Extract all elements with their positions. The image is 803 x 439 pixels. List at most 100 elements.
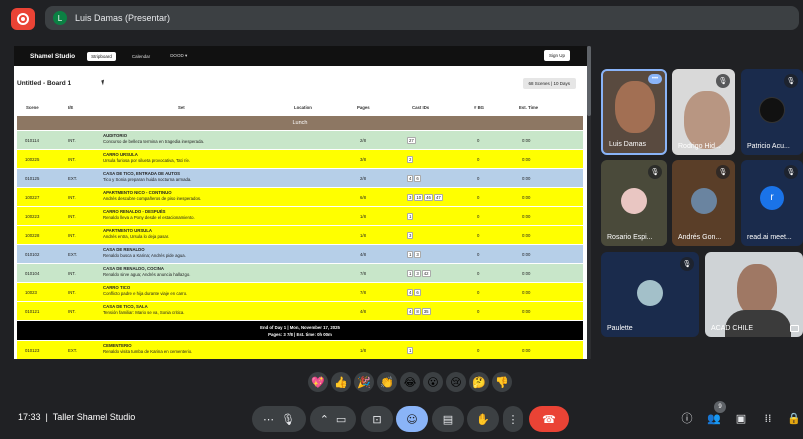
table-row[interactable]: 10023 INT. 7/8 0 0:00 CARRO TICO Conflicto pad… bbox=[17, 282, 583, 301]
mic-button[interactable]: ⋯ 🎙 bbox=[252, 406, 306, 432]
reaction-button[interactable]: 👏 bbox=[377, 372, 397, 392]
reaction-button[interactable]: 😮 bbox=[423, 372, 443, 392]
info-icon[interactable]: ⓘ bbox=[679, 410, 695, 426]
end-of-day-text: End of Day 1 | Mon, November 17, 2025 bbox=[260, 324, 340, 330]
signup-button[interactable]: Sign Up bbox=[543, 50, 570, 61]
emoji-button[interactable]: ☺ bbox=[396, 406, 428, 432]
participant-tile[interactable]: ••• Luis Damas bbox=[601, 69, 667, 155]
raise-hand-button[interactable]: ✋ bbox=[467, 406, 499, 432]
col-location: Location bbox=[294, 104, 312, 110]
captions-button[interactable]: ▤ bbox=[432, 406, 464, 432]
participant-tile[interactable]: 🎙 Andrés Gon... bbox=[672, 160, 735, 246]
chevron-up-icon: ⌃ bbox=[319, 412, 329, 426]
mic-icon: 🎙 bbox=[281, 412, 295, 426]
scrollbar-thumb[interactable] bbox=[587, 46, 591, 116]
reaction-button[interactable]: 🤔 bbox=[469, 372, 489, 392]
pages-cell: 2/8 bbox=[360, 175, 366, 181]
reaction-button[interactable]: 💖 bbox=[308, 372, 328, 392]
tab-stripboard[interactable]: Stripboard bbox=[87, 51, 116, 61]
present-icon: ⊡ bbox=[372, 412, 382, 426]
scene-cell: 100223 bbox=[25, 213, 40, 219]
reaction-button[interactable]: 👎 bbox=[492, 372, 512, 392]
scene-cell: 010123 bbox=[25, 347, 40, 353]
presenter-banner[interactable]: L Luis Damas (Presentar) bbox=[45, 6, 799, 30]
hangup-icon: ☎ bbox=[542, 412, 556, 426]
scene-description: Tensión familiar: Mario se va, Sonia cri… bbox=[103, 310, 185, 315]
participant-video bbox=[615, 81, 655, 133]
scene-description: Concurso de belleza termina en tragedia … bbox=[103, 139, 205, 144]
set-name: APARTMENTO NICO - CONTINUO bbox=[103, 190, 172, 195]
reaction-button[interactable]: 🎉 bbox=[354, 372, 374, 392]
scene-description: Andrés entra, Ursula lo deja pasar. bbox=[103, 234, 170, 239]
table-row[interactable]: 100228 INT. 1/8 0 0:00 APARTMENTO URSULA André… bbox=[17, 225, 583, 244]
camera-icon: ▭ bbox=[335, 412, 347, 426]
table-row[interactable]: 010102 EXT. 4/8 0 0:00 CASA DE RENALDO Renaldo… bbox=[17, 244, 583, 263]
ie-cell: EXT. bbox=[68, 347, 78, 353]
cast-id-badge: 3 bbox=[414, 270, 421, 277]
time-cell: 0:00 bbox=[522, 194, 531, 200]
record-icon[interactable] bbox=[11, 8, 35, 30]
present-button[interactable]: ⊡ bbox=[361, 406, 393, 432]
table-row[interactable]: 010104 INT. 7/8 0 0:00 CASA DE RENALDO, COCIN… bbox=[17, 263, 583, 282]
bg-cell: 0 bbox=[477, 194, 480, 200]
table-row[interactable]: 010114 INT. 2/8 0 0:00 AUDITORIO Concurso de b… bbox=[17, 130, 583, 149]
participant-name: ACAD CHILE bbox=[711, 325, 754, 332]
ie-cell: INT. bbox=[68, 137, 76, 143]
ie-cell: EXT. bbox=[68, 175, 78, 181]
participant-tile[interactable]: 🎙 Patricio Acu... bbox=[741, 69, 803, 155]
more-small-icon: ⋯ bbox=[263, 412, 275, 426]
cast-ids: 46 bbox=[407, 175, 422, 182]
participant-tile[interactable]: ACAD CHILE bbox=[705, 252, 803, 337]
more-button[interactable]: ⋮ bbox=[503, 406, 523, 432]
more-options-icon[interactable]: ••• bbox=[648, 74, 662, 84]
ie-cell: INT. bbox=[68, 232, 76, 238]
col-time: Est. Time bbox=[519, 104, 539, 110]
table-row[interactable]: 100227 INT. 6/8 0 0:00 APARTMENTO NICO - CONT… bbox=[17, 187, 583, 206]
brand-logo: Shamel Studio bbox=[30, 52, 76, 60]
col-scene: Scene bbox=[26, 104, 39, 110]
participant-name: Rosario Espi... bbox=[607, 234, 653, 241]
scenes-badge: 68 Scenes | 10 Days bbox=[522, 78, 576, 89]
lock-icon[interactable]: 🔒 bbox=[786, 410, 802, 426]
pip-icon[interactable] bbox=[790, 325, 799, 332]
chevron-down-icon: ▾ bbox=[184, 53, 188, 58]
table-row[interactable]: 010121 INT. 4/8 0 0:00 CASA DE TICO, SALA Tens… bbox=[17, 301, 583, 320]
reaction-button[interactable]: 👍 bbox=[331, 372, 351, 392]
scrollbar[interactable] bbox=[587, 46, 591, 359]
participant-tile[interactable]: r 🎙 read.ai meet... bbox=[741, 160, 803, 246]
cast-id-badge: 42 bbox=[421, 270, 431, 277]
participant-tile[interactable]: 🎙 Paulette bbox=[601, 252, 699, 337]
lunch-strip[interactable]: Lunch bbox=[17, 115, 583, 130]
mic-off-icon: 🎙 bbox=[680, 257, 694, 271]
time-cell: 0:00 bbox=[522, 156, 531, 162]
participant-tile[interactable]: 🎙 Rosario Espi... bbox=[601, 160, 667, 246]
set-name: CEMENTERIO bbox=[103, 343, 132, 348]
raise-hand-icon: ✋ bbox=[476, 412, 490, 426]
table-row[interactable]: 100225 INT. 3/8 0 0:00 CARRO URSULA Ursula fur… bbox=[17, 149, 583, 168]
scene-cell: 010121 bbox=[25, 308, 40, 314]
col-cast: Cast IDs bbox=[412, 104, 430, 110]
chat-icon[interactable]: ▣ bbox=[733, 410, 749, 426]
table-row[interactable]: 010125 EXT. 2/8 0 0:00 CASA DE TICO, ENTRADA … bbox=[17, 168, 583, 187]
tab-dood[interactable]: DOOD ▾ bbox=[166, 51, 191, 61]
table-row[interactable]: 010123 EXT. 1/8 0 0:00 CEMENTERIO Renaldo visi… bbox=[17, 340, 583, 359]
cast-id-badge: 6 bbox=[414, 289, 421, 296]
top-bar: L Luis Damas (Presentar) bbox=[0, 0, 803, 36]
camera-button[interactable]: ⌃ ▭ bbox=[310, 406, 356, 432]
table-row[interactable]: 100223 INT. 1/8 0 0:00 CARRO RENALDO - DESPUÉ… bbox=[17, 206, 583, 225]
reactions-bar: 💖 👍 🎉 👏 😂 😮 😢 🤔 👎 bbox=[308, 372, 512, 392]
participant-tile[interactable]: 🎙 Rodrigo Hid... bbox=[672, 69, 735, 155]
cast-ids: 46 bbox=[407, 289, 422, 296]
bg-cell: 0 bbox=[477, 232, 480, 238]
reaction-button[interactable]: 😢 bbox=[446, 372, 466, 392]
tab-calendar[interactable]: Calendar bbox=[128, 52, 154, 61]
time-cell: 0:00 bbox=[522, 289, 531, 295]
mic-off-icon: 🎙 bbox=[716, 74, 730, 88]
column-headers: Scene I/E Set Location Pages Cast IDs # … bbox=[14, 102, 590, 112]
activities-icon[interactable]: ⁞⁞ bbox=[760, 410, 776, 426]
hangup-button[interactable]: ☎ bbox=[529, 406, 569, 432]
reaction-button[interactable]: 😂 bbox=[400, 372, 420, 392]
ie-cell: INT. bbox=[68, 194, 76, 200]
mic-off-icon: 🎙 bbox=[648, 165, 662, 179]
cast-id-badge: 1 bbox=[407, 270, 414, 277]
